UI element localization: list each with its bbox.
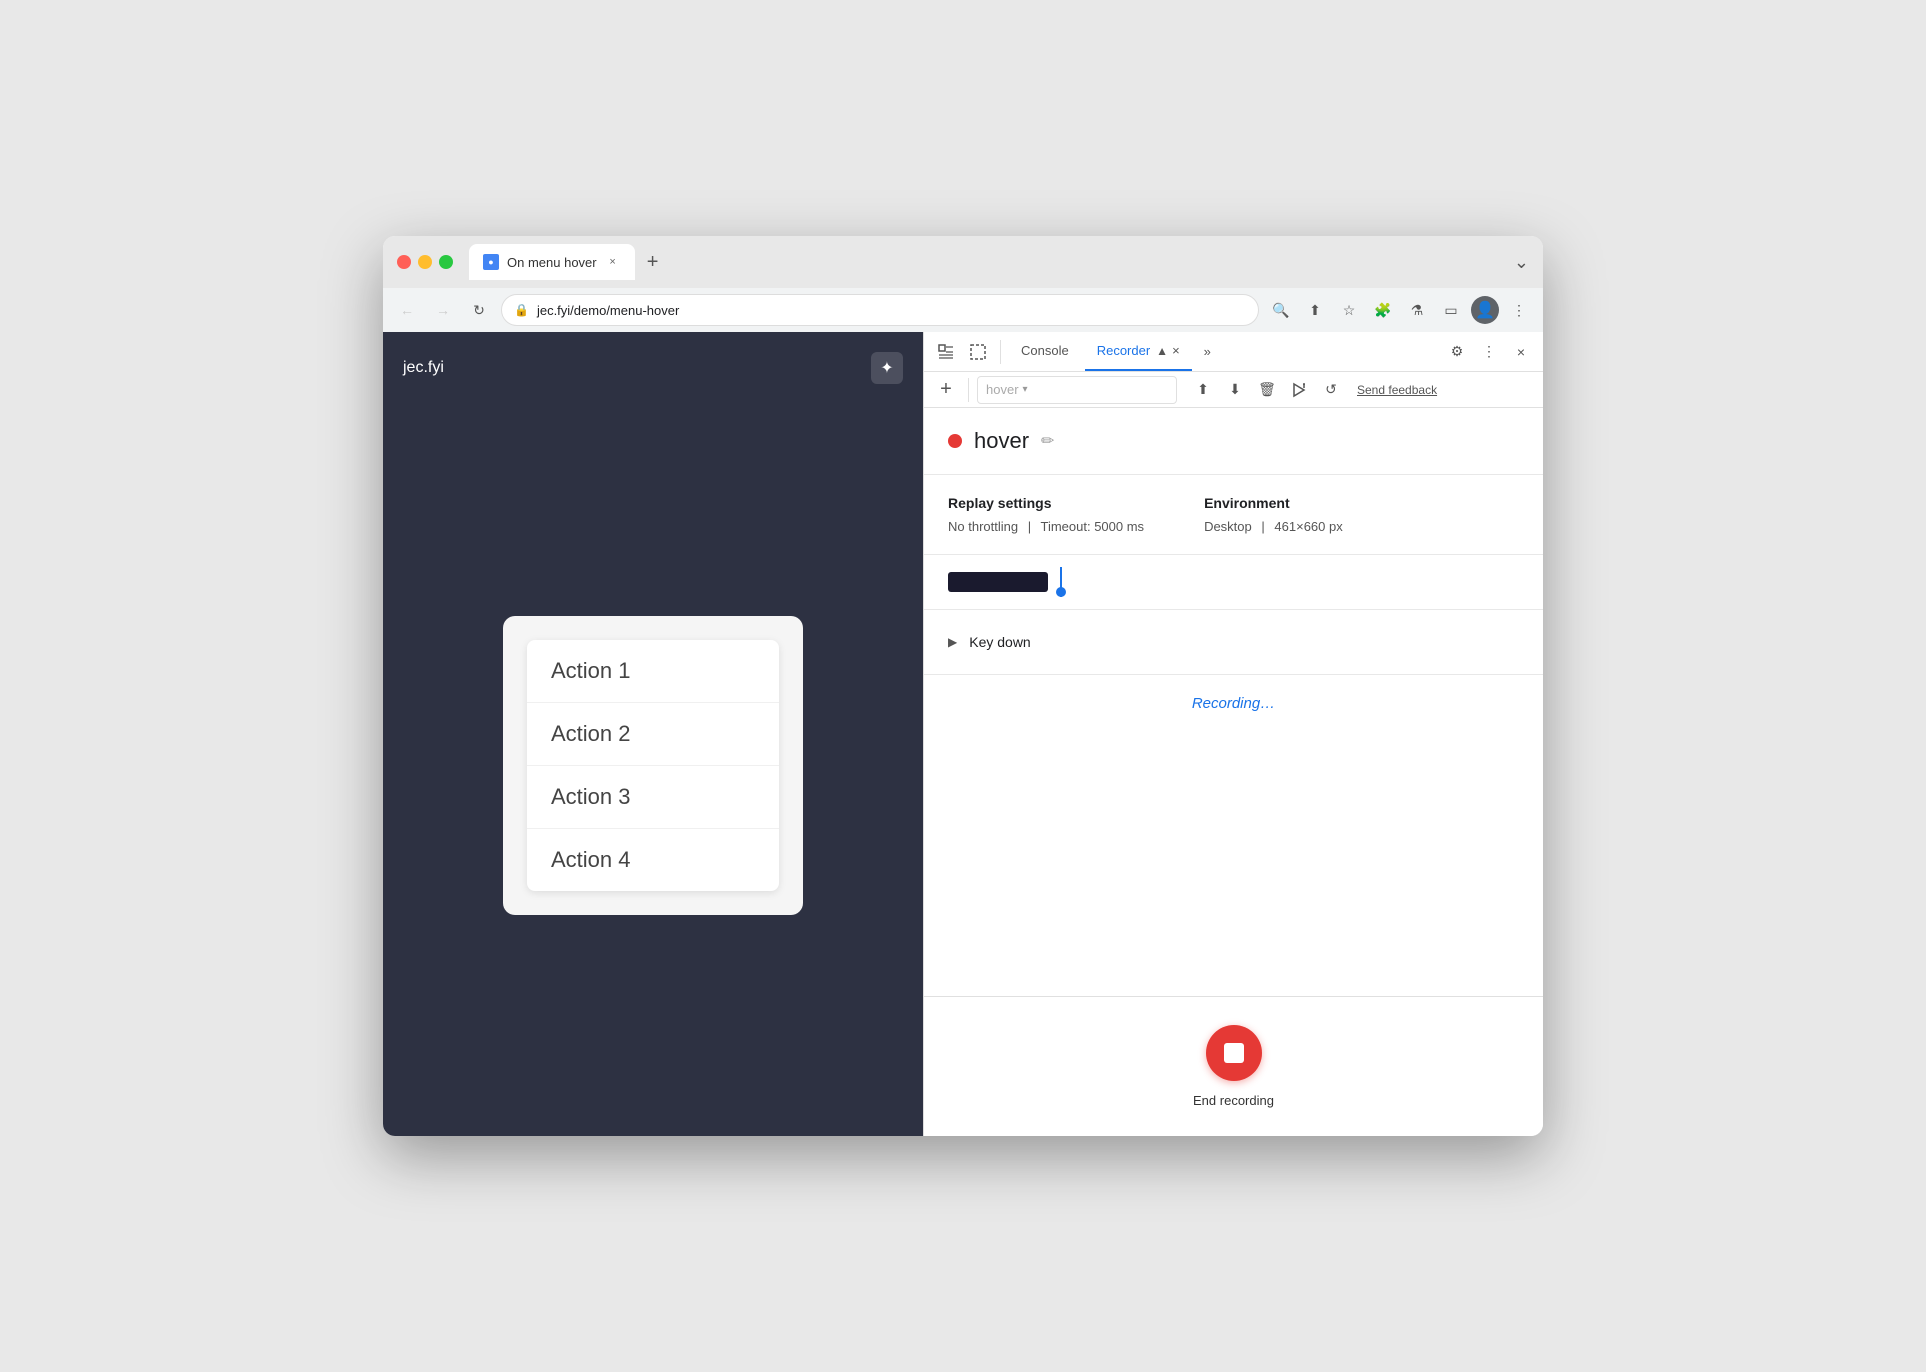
recording-action-icons: ⬆ ⬇ 🗑 ↺: [1189, 376, 1345, 404]
devtools-select-button[interactable]: [964, 338, 992, 366]
devtools-close-button[interactable]: ×: [1507, 338, 1535, 366]
devtools-panel: Console Recorder ▲ × » ⚙ ⋮ × + hover: [923, 332, 1543, 1136]
secondary-toolbar-divider: [968, 378, 969, 402]
delete-button[interactable]: 🗑: [1253, 376, 1281, 404]
end-recording-section: End recording: [924, 996, 1543, 1136]
export-button[interactable]: ⬆: [1189, 376, 1217, 404]
recorder-close-button[interactable]: ×: [1172, 343, 1180, 358]
theme-toggle-button[interactable]: ✦: [871, 352, 903, 384]
recording-dropdown-arrow[interactable]: ▾: [1023, 384, 1028, 395]
replay-settings-details: No throttling | Timeout: 5000 ms: [948, 519, 1144, 534]
recording-name-input[interactable]: hover ▾: [977, 376, 1177, 404]
back-button[interactable]: ←: [393, 296, 421, 324]
new-tab-button[interactable]: +: [639, 248, 667, 276]
title-bar: ● On menu hover × + ⌄: [383, 236, 1543, 288]
maximize-traffic-light[interactable]: [439, 255, 453, 269]
traffic-lights: [397, 255, 453, 269]
replay-settings-col: Replay settings No throttling | Timeout:…: [948, 495, 1144, 534]
recording-status-area: Recording…: [924, 675, 1543, 732]
environment-col: Environment Desktop | 461×660 px: [1204, 495, 1343, 534]
edit-recording-name-button[interactable]: ✏: [1041, 431, 1054, 451]
tab-title: On menu hover: [507, 255, 597, 270]
menu-card: Action 1 Action 2 Action 3 Action 4: [503, 616, 803, 915]
nav-icons: 🔍 ⬆ ☆ 🧩 ⚗ ▭ 👤 ⋮: [1267, 296, 1533, 324]
devtools-secondary-toolbar: + hover ▾ ⬆ ⬇ 🗑: [924, 372, 1543, 408]
tab-favicon: ●: [483, 254, 499, 270]
recording-name: hover: [974, 428, 1029, 454]
browser-window: ● On menu hover × + ⌄ ← → ↻ 🔒 jec.fyi/de…: [383, 236, 1543, 1136]
address-text: jec.fyi/demo/menu-hover: [537, 303, 679, 318]
tab-console[interactable]: Console: [1009, 332, 1081, 371]
lock-icon: 🔒: [514, 303, 529, 317]
reload-button[interactable]: ↻: [465, 296, 493, 324]
environment-details: Desktop | 461×660 px: [1204, 519, 1343, 534]
address-bar[interactable]: 🔒 jec.fyi/demo/menu-hover: [501, 294, 1259, 326]
timeline-dot: [1056, 587, 1066, 597]
toolbar-divider: [1000, 340, 1001, 364]
devtools-more-button[interactable]: ⋮: [1475, 338, 1503, 366]
search-icon-button[interactable]: 🔍: [1267, 296, 1295, 324]
active-tab[interactable]: ● On menu hover ×: [469, 244, 635, 280]
menu-item-action1[interactable]: Action 1: [527, 640, 779, 703]
slow-replay-button[interactable]: ↺: [1317, 376, 1345, 404]
more-menu-button[interactable]: ⋮: [1505, 296, 1533, 324]
recording-status-dot: [948, 434, 962, 448]
main-content: jec.fyi ✦ Action 1 Action 2 Action 3 Act…: [383, 332, 1543, 1136]
tab-close-button[interactable]: ×: [605, 254, 621, 270]
tab-bar: ● On menu hover × + ⌄: [469, 244, 1529, 280]
nav-bar: ← → ↻ 🔒 jec.fyi/demo/menu-hover 🔍 ⬆ ☆ 🧩 …: [383, 288, 1543, 332]
recording-title-area: hover ✏: [924, 408, 1543, 475]
forward-button[interactable]: →: [429, 296, 457, 324]
import-button[interactable]: ⬇: [1221, 376, 1249, 404]
menu-item-action3[interactable]: Action 3: [527, 766, 779, 829]
star-icon-button[interactable]: ☆: [1335, 296, 1363, 324]
site-header: jec.fyi ✦: [403, 352, 903, 384]
stop-icon: [1224, 1043, 1244, 1063]
step-label: Key down: [969, 634, 1030, 650]
devtools-toolbar: Console Recorder ▲ × » ⚙ ⋮ ×: [924, 332, 1543, 372]
flask-icon-button[interactable]: ⚗: [1403, 296, 1431, 324]
menu-inner: Action 1 Action 2 Action 3 Action 4: [527, 640, 779, 891]
share-icon-button[interactable]: ⬆: [1301, 296, 1329, 324]
environment-title: Environment: [1204, 495, 1343, 511]
timeline-area: [924, 555, 1543, 610]
steps-section: ▶ Key down: [924, 610, 1543, 675]
profile-button[interactable]: 👤: [1471, 296, 1499, 324]
settings-section: Replay settings No throttling | Timeout:…: [924, 475, 1543, 555]
more-tabs-button[interactable]: »: [1196, 332, 1219, 371]
devtools-settings-button[interactable]: ⚙: [1443, 338, 1471, 366]
end-recording-label: End recording: [1193, 1093, 1274, 1108]
menu-item-action2[interactable]: Action 2: [527, 703, 779, 766]
extensions-icon-button[interactable]: 🧩: [1369, 296, 1397, 324]
end-recording-button[interactable]: [1206, 1025, 1262, 1081]
minimize-traffic-light[interactable]: [418, 255, 432, 269]
replay-button[interactable]: [1285, 376, 1313, 404]
cast-icon-button[interactable]: ▭: [1437, 296, 1465, 324]
tab-list-button[interactable]: ⌄: [1514, 252, 1529, 273]
devtools-inspect-button[interactable]: [932, 338, 960, 366]
website-panel: jec.fyi ✦ Action 1 Action 2 Action 3 Act…: [383, 332, 923, 1136]
close-traffic-light[interactable]: [397, 255, 411, 269]
site-title: jec.fyi: [403, 359, 444, 377]
step-expand-button[interactable]: ▶: [948, 635, 957, 649]
recording-name-value: hover: [986, 382, 1019, 397]
timeline-bar: [948, 572, 1048, 592]
add-recording-button[interactable]: +: [932, 376, 960, 404]
menu-item-action4[interactable]: Action 4: [527, 829, 779, 891]
replay-settings-title: Replay settings: [948, 495, 1144, 511]
send-feedback-link[interactable]: Send feedback: [1357, 383, 1437, 397]
tab-recorder[interactable]: Recorder ▲ ×: [1085, 332, 1192, 371]
step-item: ▶ Key down: [948, 626, 1519, 658]
recording-status-text: Recording…: [1192, 695, 1275, 712]
site-content-area: Action 1 Action 2 Action 3 Action 4: [403, 414, 903, 1116]
